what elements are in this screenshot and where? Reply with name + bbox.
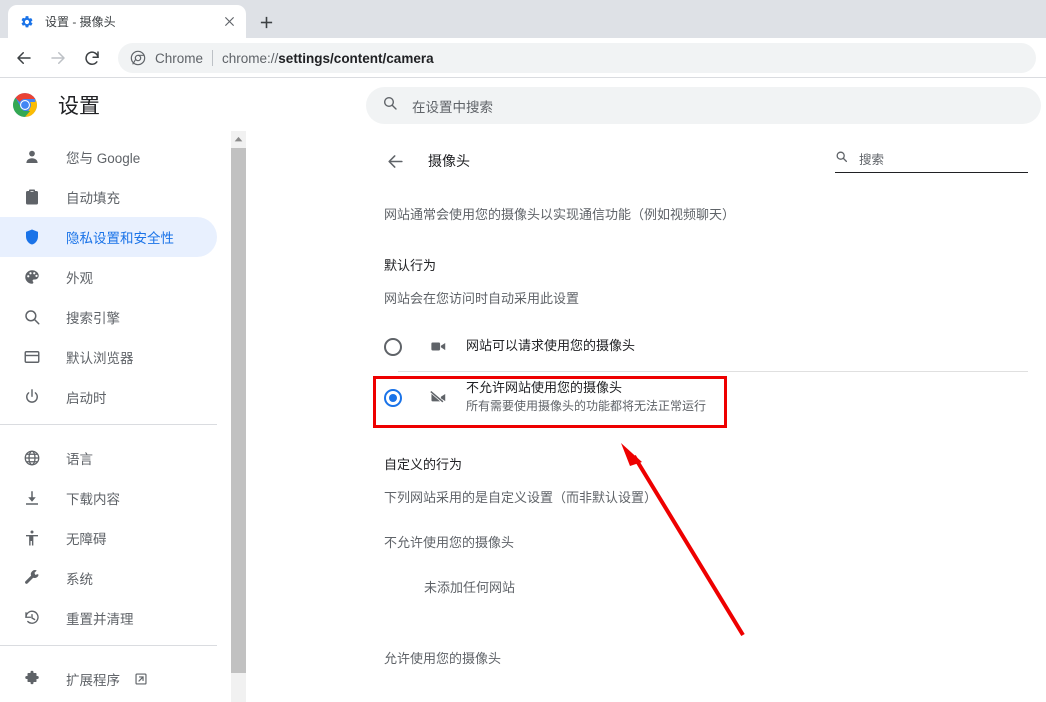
sidebar-divider-1	[0, 424, 217, 425]
camera-description: 网站通常会使用您的摄像头以实现通信功能（例如视频聊天）	[384, 207, 736, 222]
download-icon	[22, 488, 42, 508]
radio-label: 不允许网站使用您的摄像头	[466, 380, 623, 396]
blocked-sites-empty: 未添加任何网站	[424, 579, 516, 595]
scroll-up-arrow-icon[interactable]	[231, 131, 246, 146]
default-behavior-subtitle: 网站会在您访问时自动采用此设置	[384, 290, 580, 306]
close-icon[interactable]	[218, 11, 240, 33]
radio-texts-block: 不允许网站使用您的摄像头 所有需要使用摄像头的功能都将无法正常运行	[466, 379, 706, 415]
wrench-icon	[22, 568, 42, 588]
url-path: settings/content/camera	[278, 50, 434, 66]
default-behavior-title: 默认行为	[384, 257, 437, 273]
search-icon	[22, 307, 42, 327]
new-tab-button[interactable]	[252, 8, 280, 36]
radio-button-ask[interactable]	[384, 337, 402, 356]
sidebar-item-label: 无障碍	[66, 532, 107, 547]
shield-icon	[22, 227, 42, 247]
sidebar-item-appearance[interactable]: 外观	[0, 257, 217, 297]
sidebar-item-languages[interactable]: 语言	[0, 438, 217, 478]
clipboard-icon	[22, 187, 42, 207]
settings-search-input[interactable]: 在设置中搜索	[366, 87, 1041, 124]
sidebar-scrollbar[interactable]	[231, 131, 246, 702]
sidebar-item-search-engine[interactable]: 搜索引擎	[0, 297, 217, 337]
sidebar-item-downloads[interactable]: 下载内容	[0, 478, 217, 518]
accessibility-icon	[22, 528, 42, 548]
sidebar-item-label: 扩展程序	[66, 673, 120, 688]
radio-button-block[interactable]	[384, 388, 402, 407]
content-header: 摄像头 搜索	[366, 131, 1046, 191]
content-title: 摄像头	[428, 153, 470, 169]
url-prefix: chrome://	[222, 50, 279, 66]
sidebar-item-label: 您与 Google	[66, 151, 141, 166]
videocam-icon	[428, 337, 448, 357]
custom-behavior-subtitle: 下列网站采用的是自定义设置（而非默认设置）	[384, 489, 658, 505]
external-link-icon	[134, 672, 148, 686]
sidebar-item-system[interactable]: 系统	[0, 558, 217, 598]
allowed-sites-title: 允许使用您的摄像头	[384, 650, 502, 666]
sidebar-item-you-and-google[interactable]: 您与 Google	[0, 137, 217, 177]
gear-icon	[19, 14, 35, 30]
content-search-placeholder: 搜索	[859, 153, 885, 167]
page-title: 设置	[58, 95, 100, 118]
omnibox-url: chrome://settings/content/camera	[222, 51, 434, 66]
chrome-logo-icon	[130, 50, 146, 66]
radio-option-block[interactable]: 不允许网站使用您的摄像头 所有需要使用摄像头的功能都将无法正常运行	[366, 372, 1046, 424]
sidebar-divider-2	[0, 645, 217, 646]
globe-icon	[22, 448, 42, 468]
sidebar-item-label: 语言	[66, 452, 93, 467]
videocam-off-icon	[428, 388, 448, 408]
content-search-input[interactable]: 搜索	[835, 149, 1028, 173]
tab-title: 设置 - 摄像头	[45, 15, 116, 29]
person-icon	[22, 147, 42, 167]
blocked-sites-title: 不允许使用您的摄像头	[384, 534, 515, 550]
reload-icon[interactable]	[78, 44, 106, 72]
omnibox-separator	[212, 50, 214, 66]
sidebar-item-label: 下载内容	[66, 492, 120, 507]
sidebar-item-reset-and-cleanup[interactable]: 重置并清理	[0, 598, 217, 638]
search-icon	[835, 150, 848, 168]
sidebar-item-label: 系统	[66, 572, 93, 587]
scrollbar-thumb[interactable]	[231, 148, 246, 673]
browser-window-icon	[22, 347, 42, 367]
sidebar-group-extensions: 扩展程序	[0, 653, 231, 699]
settings-search-placeholder: 在设置中搜索	[412, 99, 493, 115]
settings-sidebar: 您与 Google 自动填充 隐私设置和安全性 外观 搜索引擎 默认浏览器 启动…	[0, 131, 231, 702]
back-arrow-icon[interactable]	[384, 150, 406, 172]
main-content: 摄像头 搜索 网站通常会使用您的摄像头以实现通信功能（例如视频聊天） 默认行为 …	[366, 131, 1046, 702]
puzzle-icon	[22, 669, 42, 689]
sidebar-item-label: 重置并清理	[66, 612, 134, 627]
sidebar-item-label: 搜索引擎	[66, 311, 120, 326]
browser-tab[interactable]: 设置 - 摄像头	[8, 5, 246, 38]
sidebar-item-privacy-and-security[interactable]: 隐私设置和安全性	[0, 217, 217, 257]
palette-icon	[22, 267, 42, 287]
radio-label: 网站可以请求使用您的摄像头	[466, 338, 636, 354]
address-bar[interactable]: Chrome chrome://settings/content/camera	[118, 43, 1036, 73]
sidebar-item-extensions[interactable]: 扩展程序	[0, 659, 217, 699]
sidebar-item-accessibility[interactable]: 无障碍	[0, 518, 217, 558]
radio-texts-ask: 网站可以请求使用您的摄像头	[466, 337, 635, 356]
sidebar-item-label: 隐私设置和安全性	[66, 231, 174, 246]
chrome-logo-icon	[12, 92, 38, 118]
sidebar-item-default-browser[interactable]: 默认浏览器	[0, 337, 217, 377]
sidebar-item-autofill[interactable]: 自动填充	[0, 177, 217, 217]
default-behavior-radio-group: 网站可以请求使用您的摄像头 不允许网站使用您的摄像头 所有需要使用摄像头的功能都…	[366, 323, 1046, 424]
sidebar-item-label: 启动时	[66, 391, 107, 406]
sidebar-group-advanced: 语言 下载内容 无障碍 系统 重置并清理	[0, 432, 231, 638]
forward-arrow-icon	[44, 44, 72, 72]
sidebar-item-label: 自动填充	[66, 191, 120, 206]
radio-option-ask[interactable]: 网站可以请求使用您的摄像头	[366, 323, 1046, 371]
sidebar-group-primary: 您与 Google 自动填充 隐私设置和安全性 外观 搜索引擎 默认浏览器 启动…	[0, 131, 231, 417]
browser-toolbar: Chrome chrome://settings/content/camera	[0, 38, 1046, 78]
sidebar-item-label: 默认浏览器	[66, 351, 134, 366]
power-icon	[22, 387, 42, 407]
tab-strip: 设置 - 摄像头	[0, 0, 1046, 38]
settings-header: 设置 在设置中搜索	[0, 79, 1046, 131]
omnibox-site-label: Chrome	[155, 50, 204, 66]
radio-sublabel: 所有需要使用摄像头的功能都将无法正常运行	[466, 399, 707, 414]
back-arrow-icon[interactable]	[10, 44, 38, 72]
history-restore-icon	[22, 608, 42, 628]
search-icon	[382, 95, 398, 116]
custom-behavior-title: 自定义的行为	[384, 456, 463, 472]
sidebar-item-on-startup[interactable]: 启动时	[0, 377, 217, 417]
sidebar-item-label: 外观	[66, 271, 93, 286]
